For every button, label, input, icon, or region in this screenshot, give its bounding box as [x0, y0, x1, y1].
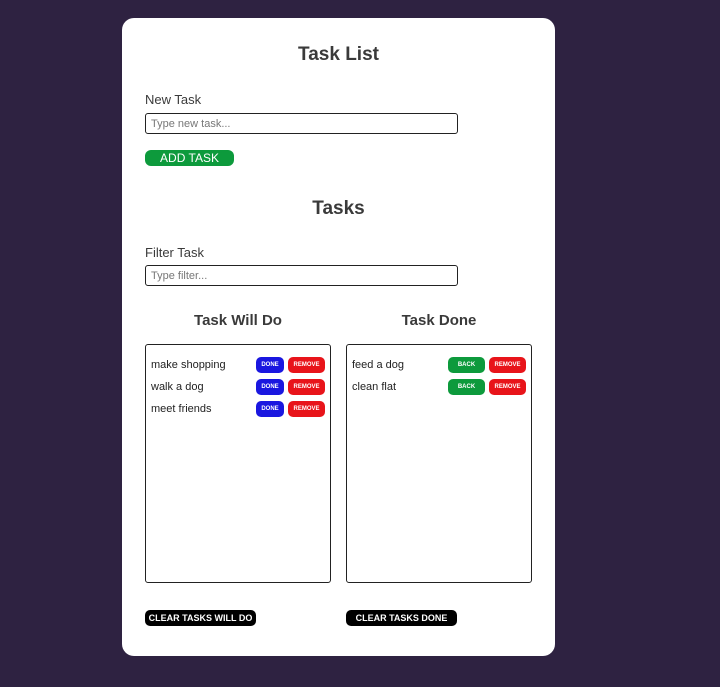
task-done-heading: Task Done [401, 312, 477, 329]
list-item: clean flat BACK REMOVE [347, 376, 531, 398]
task-name: clean flat [352, 381, 397, 393]
remove-button[interactable]: REMOVE [288, 379, 325, 395]
done-button[interactable]: DONE [256, 401, 284, 417]
filter-task-input[interactable] [145, 265, 458, 286]
tasks-heading: Tasks [312, 198, 365, 219]
list-item: walk a dog DONE REMOVE [146, 376, 330, 398]
add-task-button[interactable]: ADD TASK [145, 150, 234, 166]
back-button[interactable]: BACK [448, 379, 485, 395]
done-button[interactable]: DONE [256, 379, 284, 395]
clear-tasks-will-do-button[interactable]: CLEAR TASKS WILL DO [145, 610, 256, 626]
remove-button[interactable]: REMOVE [288, 401, 325, 417]
back-button[interactable]: BACK [448, 357, 485, 373]
clear-tasks-done-button[interactable]: CLEAR TASKS DONE [346, 610, 457, 626]
list-item: make shopping DONE REMOVE [146, 354, 330, 376]
remove-button[interactable]: REMOVE [489, 357, 526, 373]
done-button[interactable]: DONE [256, 357, 284, 373]
new-task-label: New Task [145, 92, 202, 107]
list-item: feed a dog BACK REMOVE [347, 354, 531, 376]
filter-task-label: Filter Task [145, 245, 204, 260]
new-task-input[interactable] [145, 113, 458, 134]
task-name: make shopping [151, 359, 226, 371]
list-item: meet friends DONE REMOVE [146, 398, 330, 420]
task-done-list: feed a dog BACK REMOVE clean flat BACK R… [346, 344, 532, 583]
page-title: Task List [298, 44, 379, 65]
task-name: feed a dog [352, 359, 404, 371]
task-name: walk a dog [151, 381, 204, 393]
task-name: meet friends [151, 403, 212, 415]
task-list-card: Task List New Task ADD TASK Tasks Filter… [122, 18, 555, 656]
task-will-do-list: make shopping DONE REMOVE walk a dog DON… [145, 344, 331, 583]
remove-button[interactable]: REMOVE [288, 357, 325, 373]
task-will-do-heading: Task Will Do [194, 312, 282, 329]
remove-button[interactable]: REMOVE [489, 379, 526, 395]
